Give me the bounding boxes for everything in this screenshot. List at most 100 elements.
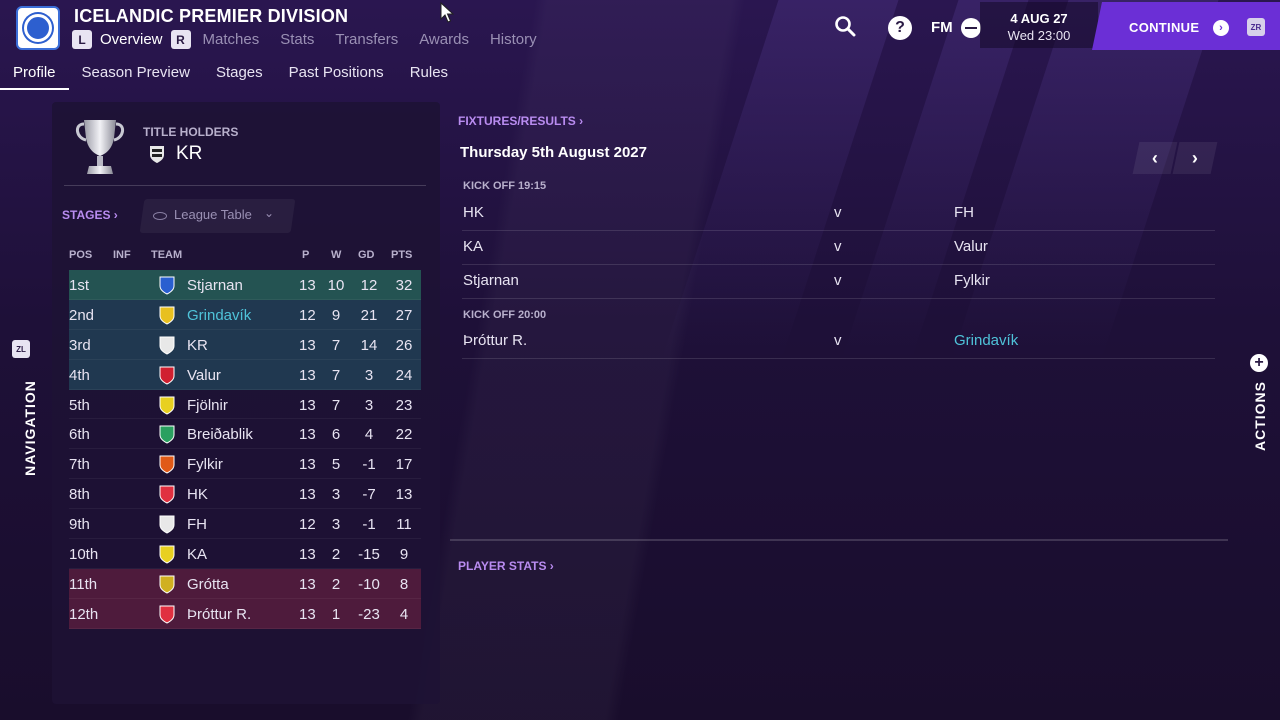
fixture-row[interactable]: HK v FH xyxy=(462,197,1215,231)
team-name[interactable]: HK xyxy=(187,486,208,503)
continue-button[interactable]: CONTINUE › ZR xyxy=(1092,2,1280,50)
fixture-home[interactable]: Stjarnan xyxy=(463,272,519,289)
actions-rail[interactable]: + ACTIONS xyxy=(1240,345,1280,465)
fixtures-results-link[interactable]: FIXTURES/RESULTS › xyxy=(458,114,583,128)
played-cell: 13 xyxy=(299,277,316,294)
table-row[interactable]: 1st Stjarnan 13 10 12 32 xyxy=(69,270,421,300)
wins-cell: 7 xyxy=(331,366,341,384)
points-cell: 27 xyxy=(395,306,413,324)
played-cell: 13 xyxy=(299,456,316,474)
goal-diff-cell: 21 xyxy=(360,306,378,324)
points-cell: 26 xyxy=(395,336,413,354)
minus-circle-icon[interactable] xyxy=(961,18,981,38)
team-name[interactable]: Valur xyxy=(187,367,221,384)
tab-stages[interactable]: Stages xyxy=(203,62,276,90)
subnav-stats[interactable]: Stats xyxy=(280,31,314,48)
team-name[interactable]: Þróttur R. xyxy=(187,606,251,623)
fixture-row[interactable]: Stjarnan v Fylkir xyxy=(462,265,1215,299)
col-team[interactable]: TEAM xyxy=(151,249,182,261)
wins-cell: 5 xyxy=(331,456,341,474)
table-row[interactable]: 7th Fylkir 13 5 -1 17 xyxy=(69,449,421,480)
navigation-rail[interactable]: ZL NAVIGATION xyxy=(0,330,44,480)
subnav-history[interactable]: History xyxy=(490,31,537,48)
fixture-row[interactable]: Þróttur R. v Grindavík xyxy=(462,325,1215,359)
position-cell: 5th xyxy=(69,396,90,414)
played-cell: 13 xyxy=(299,486,316,504)
table-row[interactable]: 10th KA 13 2 -15 9 xyxy=(69,539,421,569)
wins-cell: 2 xyxy=(331,575,341,593)
kickoff-label: KICK OFF 20:00 xyxy=(463,309,547,321)
subnav-transfers[interactable]: Transfers xyxy=(335,31,398,48)
club-badge-icon xyxy=(159,306,175,325)
fixture-away[interactable]: Fylkir xyxy=(954,272,990,289)
fm-menu-label[interactable]: FM xyxy=(931,19,953,36)
page-tabs: Profile Season Preview Stages Past Posit… xyxy=(0,62,461,92)
fixture-away[interactable]: Grindavík xyxy=(954,332,1018,349)
col-gd[interactable]: GD xyxy=(358,249,375,261)
wins-cell: 10 xyxy=(327,277,345,294)
played-cell: 13 xyxy=(299,336,316,354)
table-row[interactable]: 9th FH 12 3 -1 11 xyxy=(69,509,421,540)
fixture-home[interactable]: Þróttur R. xyxy=(463,332,527,349)
position-cell: 6th xyxy=(69,426,90,444)
fixture-away[interactable]: FH xyxy=(954,204,974,221)
fixture-home[interactable]: KA xyxy=(463,238,483,255)
played-cell: 13 xyxy=(299,575,316,593)
title-holders-label: TITLE HOLDERS xyxy=(143,125,239,139)
subnav-matches[interactable]: Matches xyxy=(203,31,260,48)
wins-cell: 1 xyxy=(331,605,341,623)
col-w[interactable]: W xyxy=(331,249,341,261)
team-name[interactable]: KR xyxy=(187,337,208,354)
team-name[interactable]: Fjölnir xyxy=(187,397,228,414)
table-row[interactable]: 12th Þróttur R. 13 1 -23 4 xyxy=(69,598,421,629)
kbd-zl-hint: ZL xyxy=(12,340,30,358)
col-inf[interactable]: INF xyxy=(113,249,131,261)
tab-rules[interactable]: Rules xyxy=(397,62,461,90)
col-p[interactable]: P xyxy=(302,249,309,261)
fixture-away[interactable]: Valur xyxy=(954,238,988,255)
table-row[interactable]: 11th Grótta 13 2 -10 8 xyxy=(69,568,421,599)
goal-diff-cell: -1 xyxy=(362,516,376,534)
chevron-right-icon: › xyxy=(1192,147,1198,168)
table-row[interactable]: 5th Fjölnir 13 7 3 23 xyxy=(69,390,421,420)
tab-past-positions[interactable]: Past Positions xyxy=(276,62,397,90)
title-holders-team[interactable]: KR xyxy=(176,143,202,165)
col-pts[interactable]: PTS xyxy=(391,249,412,261)
player-stats-link[interactable]: PLAYER STATS › xyxy=(458,559,554,573)
stages-link[interactable]: STAGES › xyxy=(62,208,118,222)
team-name[interactable]: Grindavík xyxy=(187,307,251,324)
goal-diff-cell: -7 xyxy=(362,486,376,504)
tab-profile[interactable]: Profile xyxy=(0,62,69,90)
goal-diff-cell: 14 xyxy=(360,336,378,354)
team-name[interactable]: FH xyxy=(187,516,207,533)
table-row[interactable]: 4th Valur 13 7 3 24 xyxy=(69,359,421,390)
col-pos[interactable]: POS xyxy=(69,249,92,261)
fixture-row[interactable]: KA v Valur xyxy=(462,231,1215,265)
played-cell: 12 xyxy=(299,306,316,324)
table-row[interactable]: 6th Breiðablik 13 6 4 22 xyxy=(69,419,421,450)
team-name[interactable]: KA xyxy=(187,546,207,563)
next-day-button[interactable]: › xyxy=(1172,142,1218,174)
divider xyxy=(450,539,1228,541)
goal-diff-cell: -1 xyxy=(362,456,376,474)
search-icon[interactable] xyxy=(834,15,856,37)
table-row[interactable]: 3rd KR 13 7 14 26 xyxy=(69,329,421,360)
club-badge-icon xyxy=(159,485,175,504)
prev-day-button[interactable]: ‹ xyxy=(1132,142,1178,174)
team-name[interactable]: Grótta xyxy=(187,576,229,593)
points-cell: 32 xyxy=(395,277,413,294)
team-name[interactable]: Stjarnan xyxy=(187,277,243,294)
stage-dropdown-value: League Table xyxy=(174,207,252,222)
team-name[interactable]: Fylkir xyxy=(187,456,223,473)
fixture-home[interactable]: HK xyxy=(463,204,484,221)
subnav-overview[interactable]: Overview xyxy=(100,31,163,48)
wins-cell: 7 xyxy=(331,336,341,354)
fixtures-date: Thursday 5th August 2027 xyxy=(460,144,647,161)
tab-season-preview[interactable]: Season Preview xyxy=(69,62,203,90)
table-row[interactable]: 2nd Grindavík 12 9 21 27 xyxy=(69,299,421,330)
subnav-awards[interactable]: Awards xyxy=(419,31,469,48)
team-name[interactable]: Breiðablik xyxy=(187,426,253,443)
table-row[interactable]: 8th HK 13 3 -7 13 xyxy=(69,479,421,510)
help-icon[interactable]: ? xyxy=(888,16,912,40)
kbd-left-hint: L xyxy=(72,30,92,49)
